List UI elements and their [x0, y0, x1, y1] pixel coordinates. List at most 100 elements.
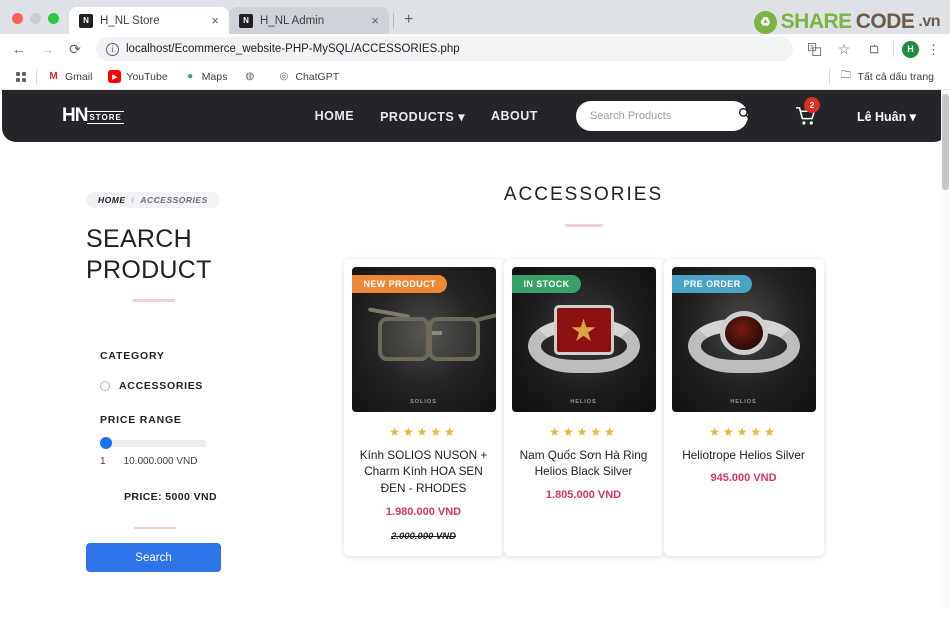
product-name[interactable]: Kính SOLIOS NUSON + Charm Kính HOA SEN Đ…	[352, 447, 496, 497]
breadcrumb-current: ACCESSORIES	[140, 195, 208, 205]
sidebar-divider	[134, 527, 176, 530]
site-header: HN STORE HOME PRODUCTS ▾ ABOUT Search Pr…	[2, 90, 948, 142]
site-logo[interactable]: HN STORE	[62, 105, 124, 127]
logo-text: HN	[62, 105, 88, 126]
price-range-slider[interactable]	[100, 437, 207, 449]
forward-icon[interactable]: →	[36, 38, 58, 60]
minimize-window-button[interactable]	[30, 13, 41, 24]
nav-about[interactable]: ABOUT	[491, 109, 538, 123]
new-tab-button[interactable]: +	[398, 12, 419, 34]
bookmark-globe[interactable]: ◍	[237, 68, 267, 85]
breadcrumb-separator: /	[131, 195, 135, 205]
eyeglasses-illustration	[364, 306, 496, 371]
product-name[interactable]: Heliotrope Helios Silver	[672, 447, 816, 464]
bookmark-label: ChatGPT	[295, 70, 340, 83]
product-image-heliotrope-ring[interactable]: PRE ORDER HELIOS	[671, 266, 816, 412]
category-option-accessories[interactable]: ACCESSORIES	[100, 380, 245, 392]
profile-avatar[interactable]: H	[902, 40, 919, 58]
search-icon[interactable]	[738, 107, 751, 125]
status-badge: IN STOCK	[511, 274, 581, 293]
all-bookmarks-button[interactable]: 🗀 Tất cả dấu trang	[834, 68, 940, 85]
breadcrumb-home[interactable]: HOME	[98, 195, 126, 205]
bookmarks-divider-right	[828, 68, 830, 85]
product-name[interactable]: Nam Quốc Sơn Hà Ring Helios Black Silver	[512, 447, 656, 481]
selected-price-value: PRICE: 5000 VND	[124, 490, 217, 503]
apps-grid-icon[interactable]	[10, 70, 32, 84]
product-image-eyeglasses[interactable]: NEW PRODUCT SOLIOS	[351, 266, 496, 412]
brandmark: HELIOS	[570, 398, 597, 405]
product-card[interactable]: IN STOCK ★ HELIOS ★★★★★ Nam Quốc Sơn Hà …	[503, 258, 664, 556]
bookmark-chatgpt[interactable]: ◎ ChatGPT	[271, 68, 345, 85]
nav-products[interactable]: PRODUCTS ▾	[380, 109, 465, 124]
translate-icon[interactable]: 文	[803, 38, 825, 60]
brandmark: SOLIOS	[410, 398, 437, 405]
page-viewport: HN STORE HOME PRODUCTS ▾ ABOUT Search Pr…	[0, 90, 950, 608]
store-favicon: N	[79, 13, 93, 28]
filter-sidebar: HOME / ACCESSORIES SEARCH PRODUCT CATEGO…	[0, 142, 245, 573]
close-icon[interactable]: ×	[209, 14, 221, 27]
bookmark-label: YouTube	[126, 70, 168, 83]
range-max-label: 10.000.000 VND	[123, 455, 198, 467]
close-window-button[interactable]	[12, 13, 23, 24]
reload-icon[interactable]: ⟳	[64, 38, 86, 60]
rating-stars: ★★★★★	[549, 424, 618, 439]
window-controls[interactable]	[8, 13, 69, 34]
product-card[interactable]: PRE ORDER HELIOS ★★★★★ Heliotrope Helios…	[663, 258, 824, 556]
page-scrollbar[interactable]	[941, 90, 950, 608]
radio-icon[interactable]	[100, 380, 110, 391]
category-label: CATEGORY	[100, 349, 165, 362]
bookmark-youtube[interactable]: ▶ YouTube	[102, 68, 173, 85]
logo-share-text: SHARE	[780, 10, 853, 33]
product-grid: NEW PRODUCT SOLIOS ★★★★★ Kính SOLIOS NUS…	[245, 258, 922, 556]
url-text: localhost/Ecommerce_website-PHP-MySQL/AC…	[126, 43, 460, 55]
star-ring-illustration: ★	[527, 303, 640, 375]
admin-favicon: N	[239, 13, 253, 28]
category-option-label: ACCESSORIES	[119, 379, 204, 392]
scrollbar-thumb[interactable]	[942, 94, 949, 190]
maps-pin-icon: ●	[187, 71, 194, 82]
title-divider	[133, 299, 175, 302]
all-bookmarks-label: Tất cả dấu trang	[857, 70, 934, 83]
bookmarks-bar: M Gmail ▶ YouTube ● Maps ◍ ◎ ChatGPT 🗀 T…	[0, 64, 950, 90]
price-range-label: PRICE RANGE	[100, 413, 182, 426]
category-filter: CATEGORY ACCESSORIES	[86, 350, 245, 392]
status-badge: PRE ORDER	[671, 274, 752, 293]
slider-handle[interactable]	[100, 437, 112, 449]
bookmark-label: Gmail	[65, 70, 93, 83]
youtube-icon: ▶	[108, 70, 122, 83]
logo-code-text: CODE	[855, 10, 915, 33]
cart-button[interactable]: 2	[795, 96, 820, 126]
user-menu[interactable]: Lê Huân ▾	[857, 109, 916, 124]
product-price: 945.000 VND	[710, 472, 777, 485]
bookmark-gmail[interactable]: M Gmail	[41, 68, 98, 85]
logo-subtext: STORE	[87, 111, 124, 124]
breadcrumb: HOME / ACCESSORIES	[86, 192, 220, 208]
maximize-window-button[interactable]	[48, 13, 59, 24]
extensions-icon[interactable]	[863, 38, 885, 60]
nav-home[interactable]: HOME	[315, 109, 355, 123]
site-search[interactable]	[575, 101, 751, 131]
bookmark-label: Maps	[201, 70, 228, 83]
search-button[interactable]: Search	[86, 543, 221, 573]
rating-stars: ★★★★★	[389, 424, 458, 439]
site-info-icon[interactable]: i	[106, 42, 119, 56]
product-price: 1.980.000 VND	[385, 505, 462, 518]
product-card[interactable]: NEW PRODUCT SOLIOS ★★★★★ Kính SOLIOS NUS…	[343, 258, 504, 556]
product-image-star-ring[interactable]: IN STOCK ★ HELIOS	[511, 266, 656, 412]
close-icon[interactable]: ×	[369, 14, 381, 27]
bookmark-maps[interactable]: ● Maps	[178, 68, 234, 85]
bookmark-star-icon[interactable]: ☆	[833, 38, 855, 60]
browser-tab-admin[interactable]: N H_NL Admin ×	[229, 7, 389, 34]
tab-divider	[393, 13, 394, 28]
browser-tab-store[interactable]: N H_NL Store ×	[69, 7, 229, 34]
rating-stars: ★★★★★	[709, 424, 778, 439]
search-input[interactable]	[589, 110, 732, 122]
page-content: HOME / ACCESSORIES SEARCH PRODUCT CATEGO…	[0, 142, 950, 573]
logo-vn-text: .vn	[918, 13, 940, 30]
bookmarks-divider	[36, 68, 37, 85]
back-icon[interactable]: ←	[8, 38, 30, 60]
recycle-icon: ♻	[753, 10, 777, 34]
address-bar[interactable]: i localhost/Ecommerce_website-PHP-MySQL/…	[96, 37, 793, 61]
browser-menu-icon[interactable]: ⋮	[927, 43, 940, 56]
browser-toolbar: ← → ⟳ i localhost/Ecommerce_website-PHP-…	[0, 34, 950, 64]
